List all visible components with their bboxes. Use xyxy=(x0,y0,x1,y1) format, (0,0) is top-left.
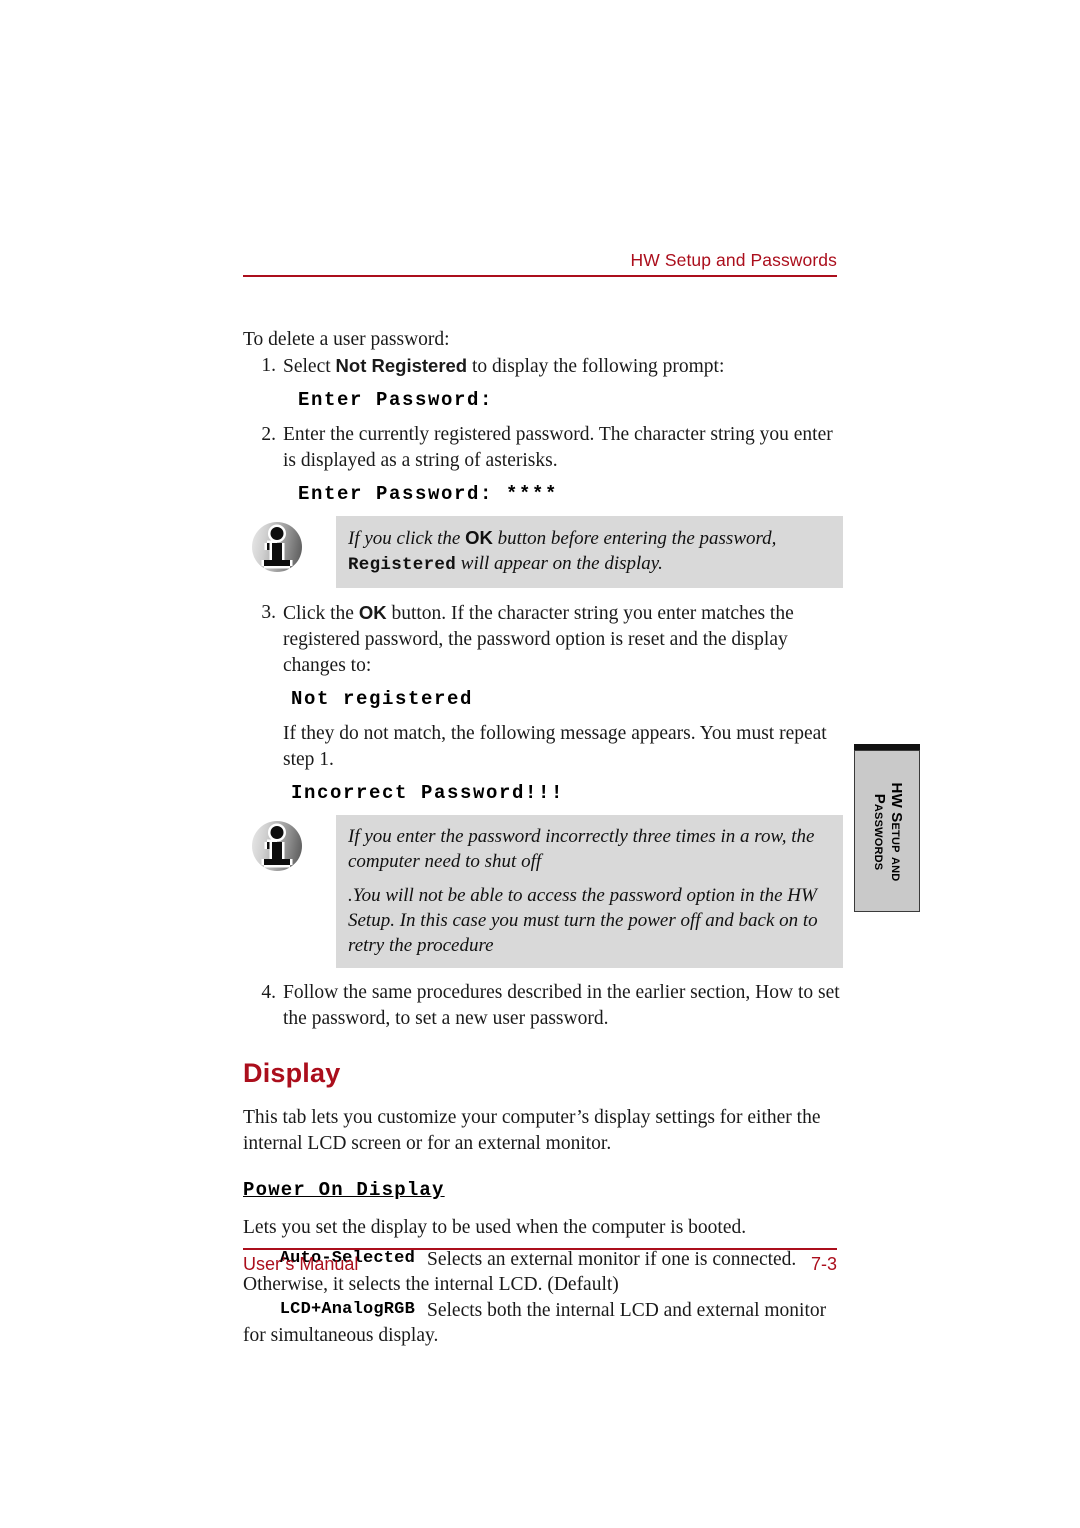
step-3-text-before: Click the xyxy=(283,603,359,624)
step-3-continuation-text: If they do not match, the following mess… xyxy=(283,723,827,770)
note-box-2-paragraph-2: .You will not be able to access the pass… xyxy=(348,885,818,956)
footer-rule xyxy=(243,1248,837,1250)
note-1-middle: button before entering the password, xyxy=(492,528,777,549)
sub-heading-power-on-display: Power On Display xyxy=(243,1179,445,1201)
step-2-number: 2. xyxy=(261,424,276,445)
note-box-2-body: If you enter the password incorrectly th… xyxy=(336,815,843,968)
info-icon-base xyxy=(264,859,290,865)
note-box-1-text: If you click the OK button before enteri… xyxy=(348,525,831,578)
display-intro-paragraph: This tab lets you customize your compute… xyxy=(243,1107,821,1154)
note-1-after: will appear on the display. xyxy=(456,553,663,574)
code-not-registered: Not registered xyxy=(291,688,474,710)
page-content: To delete a user password: 1. Select Not… xyxy=(243,327,843,1349)
step-1-text-after: to display the following prompt: xyxy=(467,356,725,377)
step-3-ok-label: OK xyxy=(358,602,387,623)
step-1-text-before: Select xyxy=(283,356,336,377)
note-box-1: If you click the OK button before enteri… xyxy=(243,516,843,588)
step-3-number: 3. xyxy=(261,602,276,623)
code-enter-password: Enter Password: xyxy=(298,389,494,411)
step-3-continuation: If they do not match, the following mess… xyxy=(243,721,843,773)
info-icon-dot xyxy=(270,527,284,540)
step-1-bold-term: Not Registered xyxy=(335,355,468,376)
header-rule xyxy=(243,275,837,277)
side-tab-hw-setup-and-passwords: HW Setup and Passwords xyxy=(854,750,920,912)
side-tab-line-1: HW Setup and xyxy=(888,782,905,882)
info-icon-base xyxy=(264,560,290,566)
footer-page-number: 7-3 xyxy=(810,1254,837,1274)
info-icon-dot xyxy=(270,826,284,839)
running-header-title: HW Setup and Passwords xyxy=(630,250,837,270)
intro-paragraph: To delete a user password: xyxy=(243,329,450,350)
manual-page: HW Setup and Passwords To delete a user … xyxy=(0,0,1080,1528)
note-box-1-body: If you click the OK button before enteri… xyxy=(336,516,843,588)
power-on-display-paragraph: Lets you set the display to be used when… xyxy=(243,1217,747,1238)
note-1-mono-term: Registered xyxy=(348,555,457,575)
side-tab-text-wrapper: HW Setup and Passwords xyxy=(855,751,921,913)
code-incorrect-password: Incorrect Password!!! xyxy=(291,782,565,804)
step-3: 3. Click the OK button. If the character… xyxy=(243,600,843,679)
option-term: LCD+AnalogRGB xyxy=(279,1300,415,1319)
list-item: LCD+AnalogRGB Selects both the internal … xyxy=(243,1298,843,1348)
step-3-text: Click the OK button. If the character st… xyxy=(283,600,843,679)
step-2-text: Enter the currently registered password.… xyxy=(283,424,833,471)
step-1: 1. Select Not Registered to display the … xyxy=(243,353,843,380)
step-2: 2. Enter the currently registered passwo… xyxy=(243,422,843,474)
side-tab-line-2: Passwords xyxy=(871,793,888,871)
step-1-text: Select Not Registered to display the fol… xyxy=(283,353,843,380)
code-enter-password-asterisks: Enter Password: **** xyxy=(298,483,559,505)
note-1-before: If you click the xyxy=(348,528,466,549)
info-icon xyxy=(252,821,302,871)
info-icon xyxy=(252,522,302,572)
step-4-number: 4. xyxy=(261,982,276,1003)
note-box-2-paragraph-1: If you enter the password incorrectly th… xyxy=(348,826,815,872)
note-box-2: If you enter the password incorrectly th… xyxy=(243,815,843,968)
step-4-text: Follow the same procedures described in … xyxy=(283,982,840,1029)
step-4: 4. Follow the same procedures described … xyxy=(243,980,843,1032)
step-1-number: 1. xyxy=(261,355,276,376)
note-1-ok-label: OK xyxy=(465,527,493,548)
section-heading-display: Display xyxy=(243,1058,341,1088)
